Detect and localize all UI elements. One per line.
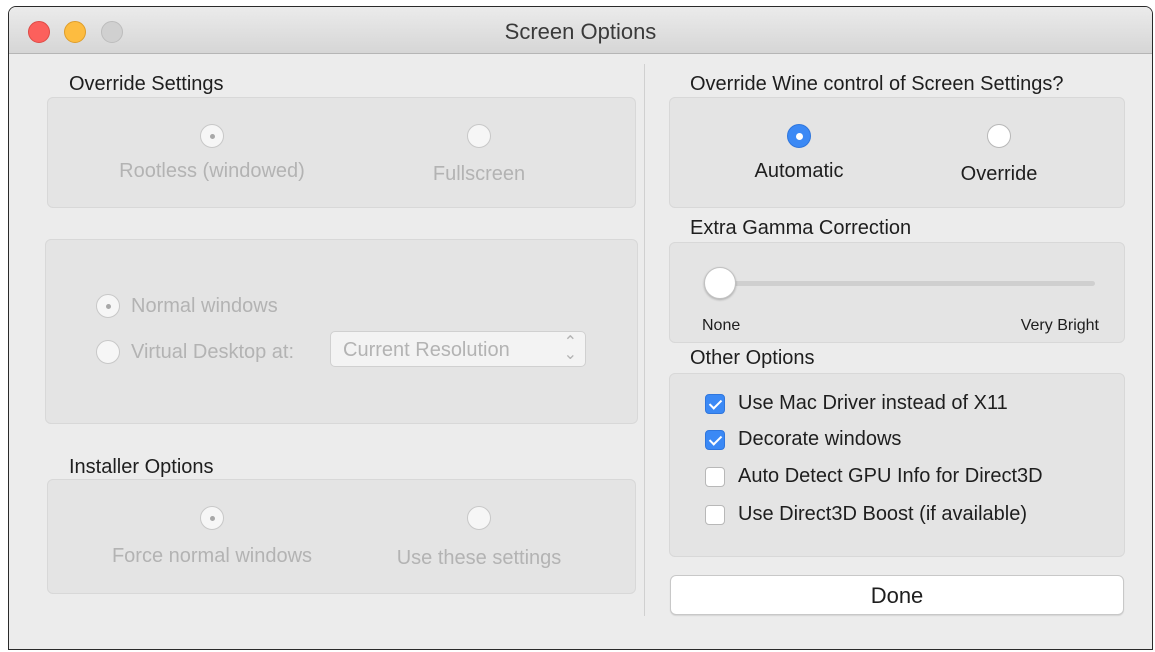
normal-windows-radio[interactable] [96, 294, 120, 318]
chevron-updown-icon: ⌃ ⌄ [563, 334, 577, 363]
force-normal-windows-label: Force normal windows [111, 545, 313, 567]
gamma-min-label: None [702, 317, 741, 334]
decorate-windows-checkbox[interactable] [705, 430, 725, 450]
override-label: Override [960, 163, 1038, 185]
gamma-slider-knob[interactable] [704, 267, 736, 299]
fullscreen-radio[interactable] [467, 124, 491, 148]
override-settings-label: Override Settings [69, 73, 224, 95]
installer-options-group [47, 479, 636, 594]
virtual-desktop-label: Virtual Desktop at: [131, 341, 295, 363]
automatic-radio[interactable] [787, 124, 811, 148]
rootless-label: Rootless (windowed) [119, 160, 305, 182]
direct3d-boost-checkbox[interactable] [705, 505, 725, 525]
mac-driver-checkbox[interactable] [705, 394, 725, 414]
virtual-desktop-radio[interactable] [96, 340, 120, 364]
window-title: Screen Options [504, 19, 657, 44]
resolution-select-value: Current Resolution [343, 339, 510, 361]
wine-control-label: Override Wine control of Screen Settings… [690, 73, 1064, 95]
wine-control-group [669, 97, 1125, 208]
automatic-label: Automatic [754, 160, 844, 182]
auto-detect-gpu-label: Auto Detect GPU Info for Direct3D [738, 465, 1043, 487]
done-button[interactable]: Done [670, 575, 1124, 615]
override-settings-group [47, 97, 636, 208]
gamma-max-label: Very Bright [1020, 317, 1099, 334]
direct3d-boost-label: Use Direct3D Boost (if available) [738, 503, 1027, 525]
other-options-label: Other Options [690, 347, 815, 369]
gamma-label: Extra Gamma Correction [690, 217, 912, 239]
gamma-slider-track[interactable] [708, 281, 1095, 286]
installer-options-label: Installer Options [69, 456, 214, 478]
fullscreen-label: Fullscreen [432, 163, 526, 185]
override-radio[interactable] [987, 124, 1011, 148]
rootless-radio[interactable] [200, 124, 224, 148]
resolution-select[interactable]: Current Resolution ⌃ ⌄ [330, 331, 586, 367]
use-these-settings-radio[interactable] [467, 506, 491, 530]
normal-windows-label: Normal windows [131, 295, 278, 317]
decorate-windows-label: Decorate windows [738, 428, 902, 450]
column-divider [644, 64, 645, 616]
title-bar[interactable]: Screen Options [9, 7, 1152, 54]
auto-detect-gpu-checkbox[interactable] [705, 467, 725, 487]
force-normal-windows-radio[interactable] [200, 506, 224, 530]
mac-driver-label: Use Mac Driver instead of X11 [738, 392, 1008, 414]
use-these-settings-label: Use these settings [396, 547, 562, 569]
